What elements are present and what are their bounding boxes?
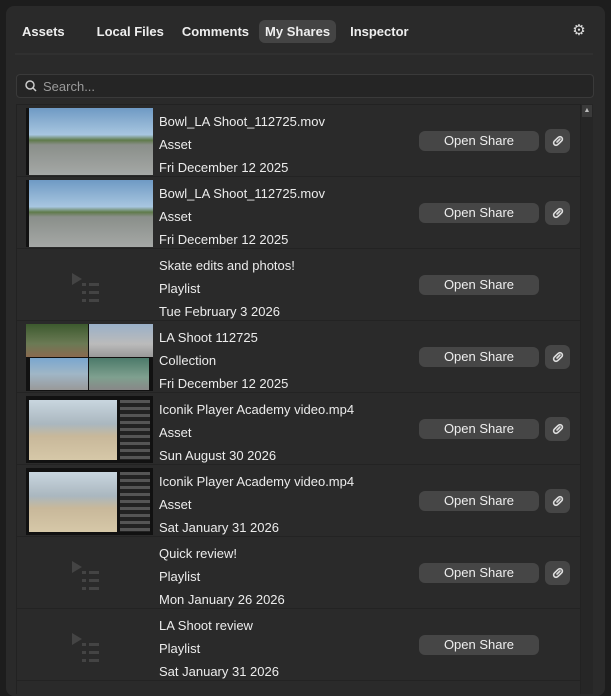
divider [15,53,593,55]
tab-assets[interactable]: Assets [16,20,71,43]
copy-link-button[interactable] [545,561,570,585]
share-title: Bowl_LA Shoot_112725.mov [159,186,325,201]
share-title: Iconik Player Academy video.mp4 [159,474,355,489]
copy-link-button[interactable] [545,489,570,513]
thumbnail [26,396,153,463]
open-share-button[interactable]: Open Share [419,131,539,151]
search-icon [25,80,37,92]
playlist-icon [72,633,99,662]
share-type: Playlist [159,281,201,296]
share-title: Quick review! [159,546,238,561]
share-title: Skate edits and photos! [159,258,295,273]
share-date: Tue February 3 2026 [159,304,280,319]
share-date: Sat January 31 2026 [159,520,279,535]
share-row[interactable]: Skate edits and photos! Playlist Tue Febru… [17,249,580,321]
open-share-button[interactable]: Open Share [419,275,539,295]
share-date: Mon January 26 2026 [159,592,285,607]
share-type: Playlist [159,641,201,656]
link-icon [552,351,563,363]
share-date: Fri December 12 2025 [159,160,289,175]
share-row[interactable]: Bowl_LA Shoot_112725.mov Asset Fri Decembe… [17,105,580,177]
link-icon [552,207,563,219]
scroll-up-arrow[interactable]: ▲ [582,105,592,117]
playlist-icon [72,273,99,302]
playlist-icon [72,561,99,590]
search-input[interactable] [43,78,563,94]
share-date: Sun August 30 2026 [159,448,277,463]
share-date: Fri December 12 2025 [159,376,289,391]
share-type: Collection [159,353,217,368]
share-type: Asset [159,425,192,440]
tab-inspector[interactable]: Inspector [344,20,415,43]
link-icon [552,567,563,579]
thumbnail [26,324,153,391]
share-title: LA Shoot 112725 [159,330,258,345]
open-share-button[interactable]: Open Share [419,563,539,583]
thumbnail [26,180,153,247]
link-icon [552,135,563,147]
copy-link-button[interactable] [545,129,570,153]
share-row[interactable]: LA Shoot review Playlist Sat January 31 20… [17,609,580,681]
copy-link-button[interactable] [545,201,570,225]
shares-list: Bowl_LA Shoot_112725.mov Asset Fri Decembe… [16,104,580,694]
open-share-button[interactable]: Open Share [419,491,539,511]
link-icon [552,495,563,507]
copy-link-button[interactable] [545,417,570,441]
share-type: Asset [159,137,192,152]
share-row[interactable]: Iconik Player Academy video.mp4 Asset Sun … [17,393,580,465]
tab-comments[interactable]: Comments [176,20,255,43]
share-date: Fri December 12 2025 [159,232,289,247]
link-icon [552,423,563,435]
tab-my-shares[interactable]: My Shares [259,19,337,43]
share-row[interactable]: LA Shoot 112725 Collection Fri December 12… [17,321,580,393]
share-title: Iconik Player Academy video.mp4 [159,402,355,417]
gear-icon[interactable]: ⚙ [571,23,587,39]
share-title: Bowl_LA Shoot_112725.mov [159,114,325,129]
share-type: Asset [159,497,192,512]
tab-local-files[interactable]: Local Files [91,20,170,43]
share-date: Sat January 31 2026 [159,664,279,679]
scrollbar[interactable]: ▲ [580,104,593,694]
share-type: Playlist [159,569,201,584]
open-share-button[interactable]: Open Share [419,419,539,439]
search-field[interactable] [16,74,594,98]
share-row[interactable]: Bowl_LA Shoot_112725.mov Asset Fri Decembe… [17,177,580,249]
open-share-button[interactable]: Open Share [419,635,539,655]
share-title: LA Shoot review [159,618,253,633]
thumbnail [26,468,153,535]
share-row[interactable]: Iconik Player Academy video.mp4 Asset Sat … [17,465,580,537]
copy-link-button[interactable] [545,345,570,369]
share-type: Asset [159,209,192,224]
tab-bar: Assets Local Files Comments My Shares In… [16,19,421,43]
thumbnail [26,108,153,175]
open-share-button[interactable]: Open Share [419,347,539,367]
open-share-button[interactable]: Open Share [419,203,539,223]
share-row[interactable]: Quick review! Playlist Mon January 26 2026… [17,537,580,609]
